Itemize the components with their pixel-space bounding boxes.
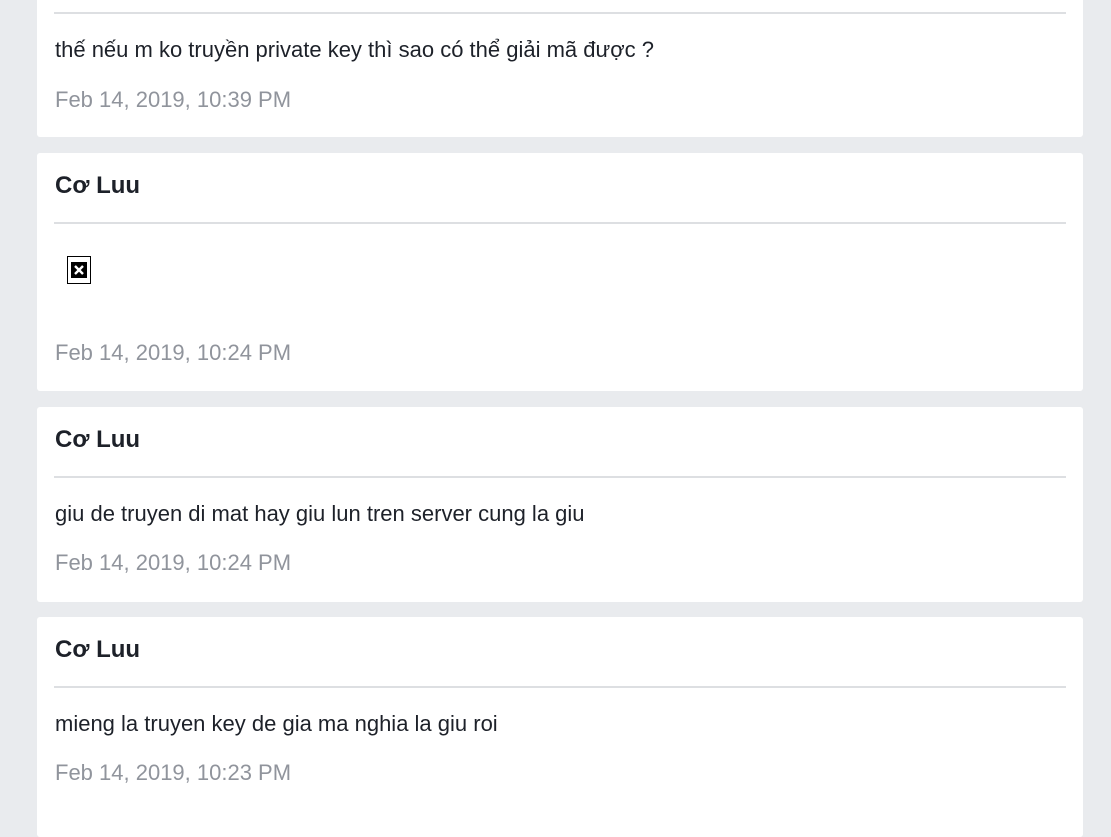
message-card: Cơ Luu Feb 14, 2019, 10:24 PM [37, 153, 1083, 391]
message-timestamp: Feb 14, 2019, 10:24 PM [55, 550, 292, 575]
message-sender: Cơ Luu [55, 172, 141, 199]
message-divider [54, 686, 1066, 688]
message-card: Cơ Luu giu de truyen di mat hay giu lun … [37, 407, 1083, 602]
message-text: giu de truyen di mat hay giu lun tren se… [55, 501, 585, 526]
message-text: mieng la truyen key de gia ma nghia la g… [55, 711, 498, 736]
message-timestamp: Feb 14, 2019, 10:24 PM [55, 340, 292, 365]
message-card: Cơ Luu mieng la truyen key de gia ma ngh… [37, 617, 1083, 837]
message-timestamp: Feb 14, 2019, 10:23 PM [55, 760, 292, 785]
message-divider [54, 12, 1066, 14]
message-sender: Cơ Luu [55, 426, 141, 453]
message-timestamp: Feb 14, 2019, 10:39 PM [55, 87, 292, 112]
message-text: thế nếu m ko truyền private key thì sao … [55, 37, 655, 62]
broken-image-icon[interactable] [67, 256, 91, 284]
message-sender: Cơ Luu [55, 636, 141, 663]
message-divider [54, 476, 1066, 478]
message-divider [54, 222, 1066, 224]
message-card: thế nếu m ko truyền private key thì sao … [37, 0, 1083, 137]
